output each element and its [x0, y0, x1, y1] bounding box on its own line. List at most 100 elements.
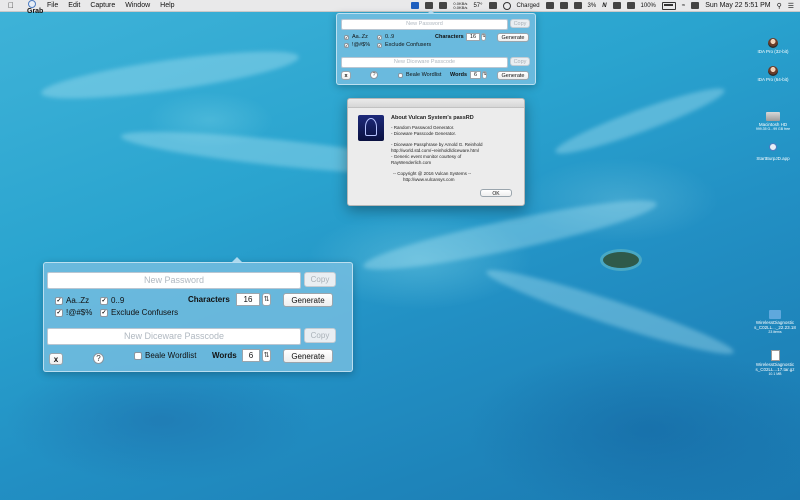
- digits-checkbox[interactable]: ✓ 0..9: [100, 296, 124, 305]
- search-icon[interactable]: ⚲: [777, 2, 782, 10]
- desktop-icon-label: IDA Pro (64-bit): [757, 77, 789, 82]
- desktop-icon-label: StartBurpJD.app: [756, 156, 790, 161]
- confusers-checkbox[interactable]: ✓ Exclude Confusers: [377, 42, 431, 48]
- wallpaper-island: [603, 252, 639, 268]
- status-icon[interactable]: [488, 2, 497, 9]
- status-area: 0.0KB/s 0.0KB/s 57° Charged 3% N 100% ≈ …: [411, 1, 800, 10]
- desktop-icon-ida-64[interactable]: IDA Pro (64-bit): [748, 66, 798, 82]
- ok-button[interactable]: OK: [480, 189, 512, 197]
- desktop-icon-sublabel: 999.35 G...99 GB free: [755, 127, 791, 131]
- passrd-popover-large: New Password Copy ✓ Aa..Zz ✓ 0..9 ✓ !@#$% ✓…: [43, 257, 353, 372]
- desktop-icon-startburp[interactable]: StartBurpJD.app: [748, 143, 798, 161]
- words-value[interactable]: 6: [470, 71, 481, 79]
- characters-stepper[interactable]: ⇅: [262, 293, 271, 306]
- clock[interactable]: Sun May 22 5:51 PM: [705, 2, 770, 9]
- letters-checkbox[interactable]: ✓ Aa..Zz: [55, 296, 89, 305]
- status-icon[interactable]: [545, 2, 554, 9]
- words-stepper[interactable]: ⇅: [482, 71, 487, 79]
- desktop-icon-wireless-archive[interactable]: WirelessDiagnostic s_C02LL...17.tar.gz 1…: [750, 350, 800, 376]
- about-url: http://www.vulcansys.com: [403, 177, 455, 182]
- status-icon[interactable]: [439, 2, 448, 9]
- words-stepper[interactable]: ⇅: [262, 349, 271, 362]
- battery-icon[interactable]: [661, 1, 676, 10]
- copy-diceware-button[interactable]: Copy: [304, 328, 336, 343]
- copy-diceware-button[interactable]: Copy: [510, 57, 530, 66]
- generate-password-button[interactable]: Generate: [283, 293, 333, 307]
- about-window: About Vulcan System's passRD - Random Pa…: [347, 98, 525, 206]
- desktop-icon-wireless-folder[interactable]: WirelessDiagnostic s_C02LL..._22.23.18 2…: [750, 310, 800, 334]
- bluetooth-icon[interactable]: [612, 2, 621, 9]
- checkbox-empty-icon: [134, 351, 142, 360]
- document-icon: [770, 350, 780, 361]
- passrd-menu-icon[interactable]: [411, 2, 420, 9]
- menu-help[interactable]: Help: [155, 2, 179, 9]
- desktop-icon-label: IDA Pro (32-bit): [757, 49, 789, 54]
- status-icon[interactable]: [573, 2, 582, 9]
- passrd-logo-icon: [358, 115, 384, 141]
- desktop-icon-sublabel: 23 items: [768, 330, 782, 334]
- help-button[interactable]: ?: [370, 71, 378, 79]
- beale-checkbox[interactable]: Beale Wordlist: [398, 72, 441, 78]
- battery-percent[interactable]: 100%: [641, 3, 656, 9]
- digits-label: 0..9: [111, 296, 125, 305]
- percent-a[interactable]: 3%: [588, 3, 597, 9]
- temperature[interactable]: 57°: [473, 3, 482, 9]
- menu-capture[interactable]: Capture: [85, 2, 120, 9]
- charge-circle-icon: [502, 1, 511, 10]
- letters-label: Aa..Zz: [66, 296, 90, 305]
- menu-window[interactable]: Window: [120, 2, 155, 9]
- close-button[interactable]: x: [49, 353, 63, 365]
- beale-checkbox[interactable]: Beale Wordlist: [134, 351, 196, 360]
- status-icon[interactable]: [559, 2, 568, 9]
- diceware-field[interactable]: New Diceware Passcode: [47, 328, 301, 345]
- app-icon: [768, 143, 778, 155]
- status-icon[interactable]: [425, 2, 434, 9]
- password-field[interactable]: New Password: [341, 19, 508, 30]
- generate-password-button[interactable]: Generate: [497, 33, 529, 42]
- ida-avatar-icon: [768, 66, 778, 76]
- charge-status[interactable]: Charged: [517, 3, 540, 9]
- wifi-icon[interactable]: ≈: [682, 3, 685, 9]
- confusers-checkbox[interactable]: ✓ Exclude Confusers: [100, 308, 178, 317]
- menu-file[interactable]: File: [42, 2, 63, 9]
- characters-label: Characters: [188, 295, 230, 304]
- about-copyright: -- Copyright @ 2016 Vulcan Systems --: [393, 171, 472, 176]
- diceware-field[interactable]: New Diceware Passcode: [341, 57, 508, 68]
- letters-checkbox[interactable]: ✓ Aa..Zz: [344, 34, 368, 40]
- about-line: - Diceware Passcode Generator.: [391, 131, 457, 136]
- symbols-checkbox[interactable]: ✓ !@#$%: [344, 42, 370, 48]
- desktop-icon-macintosh-hd[interactable]: Macintosh HD 999.35 G...99 GB free: [748, 112, 798, 131]
- about-titlebar[interactable]: [348, 99, 524, 108]
- close-button[interactable]: x: [341, 71, 351, 80]
- about-line: - Diceware Passphrase by Arnold G. Reinh…: [391, 142, 483, 147]
- characters-stepper[interactable]: ⇅: [481, 33, 486, 41]
- generate-diceware-button[interactable]: Generate: [497, 71, 529, 80]
- wallpaper-streak: [39, 42, 301, 108]
- generate-diceware-button[interactable]: Generate: [283, 349, 333, 363]
- net-down: 0.0KB/s: [453, 4, 468, 10]
- checkbox-empty-icon: [398, 72, 403, 78]
- notification-center-icon[interactable]: ☰: [788, 2, 794, 10]
- menu-app-name[interactable]: Grab: [22, 0, 43, 15]
- apple-menu-icon[interactable]: : [0, 1, 22, 10]
- confusers-label: Exclude Confusers: [385, 42, 432, 48]
- menu-edit[interactable]: Edit: [63, 2, 85, 9]
- copy-password-button[interactable]: Copy: [304, 272, 336, 287]
- characters-value[interactable]: 16: [236, 293, 260, 306]
- copy-password-button[interactable]: Copy: [510, 19, 530, 28]
- words-value[interactable]: 6: [242, 349, 260, 362]
- digits-label: 0..9: [385, 34, 395, 40]
- help-button[interactable]: ?: [93, 353, 104, 364]
- password-field[interactable]: New Password: [47, 272, 301, 289]
- desktop-icon-ida-32[interactable]: IDA Pro (32-bit): [748, 38, 798, 54]
- characters-value[interactable]: 16: [466, 33, 480, 41]
- volume-icon[interactable]: [626, 2, 635, 9]
- symbols-checkbox[interactable]: ✓ !@#$%: [55, 308, 92, 317]
- checkmark-icon: ✓: [344, 34, 349, 40]
- network-stats[interactable]: 0.0KB/s 0.0KB/s: [453, 1, 468, 10]
- display-icon[interactable]: [691, 2, 700, 9]
- digits-checkbox[interactable]: ✓ 0..9: [377, 34, 394, 40]
- passrd-popover-small: New Password Copy ✓ Aa..Zz ✓ 0..9 ✓ !@#$% ✓…: [336, 10, 536, 85]
- n-icon[interactable]: N: [602, 3, 606, 9]
- words-label: Words: [212, 351, 237, 360]
